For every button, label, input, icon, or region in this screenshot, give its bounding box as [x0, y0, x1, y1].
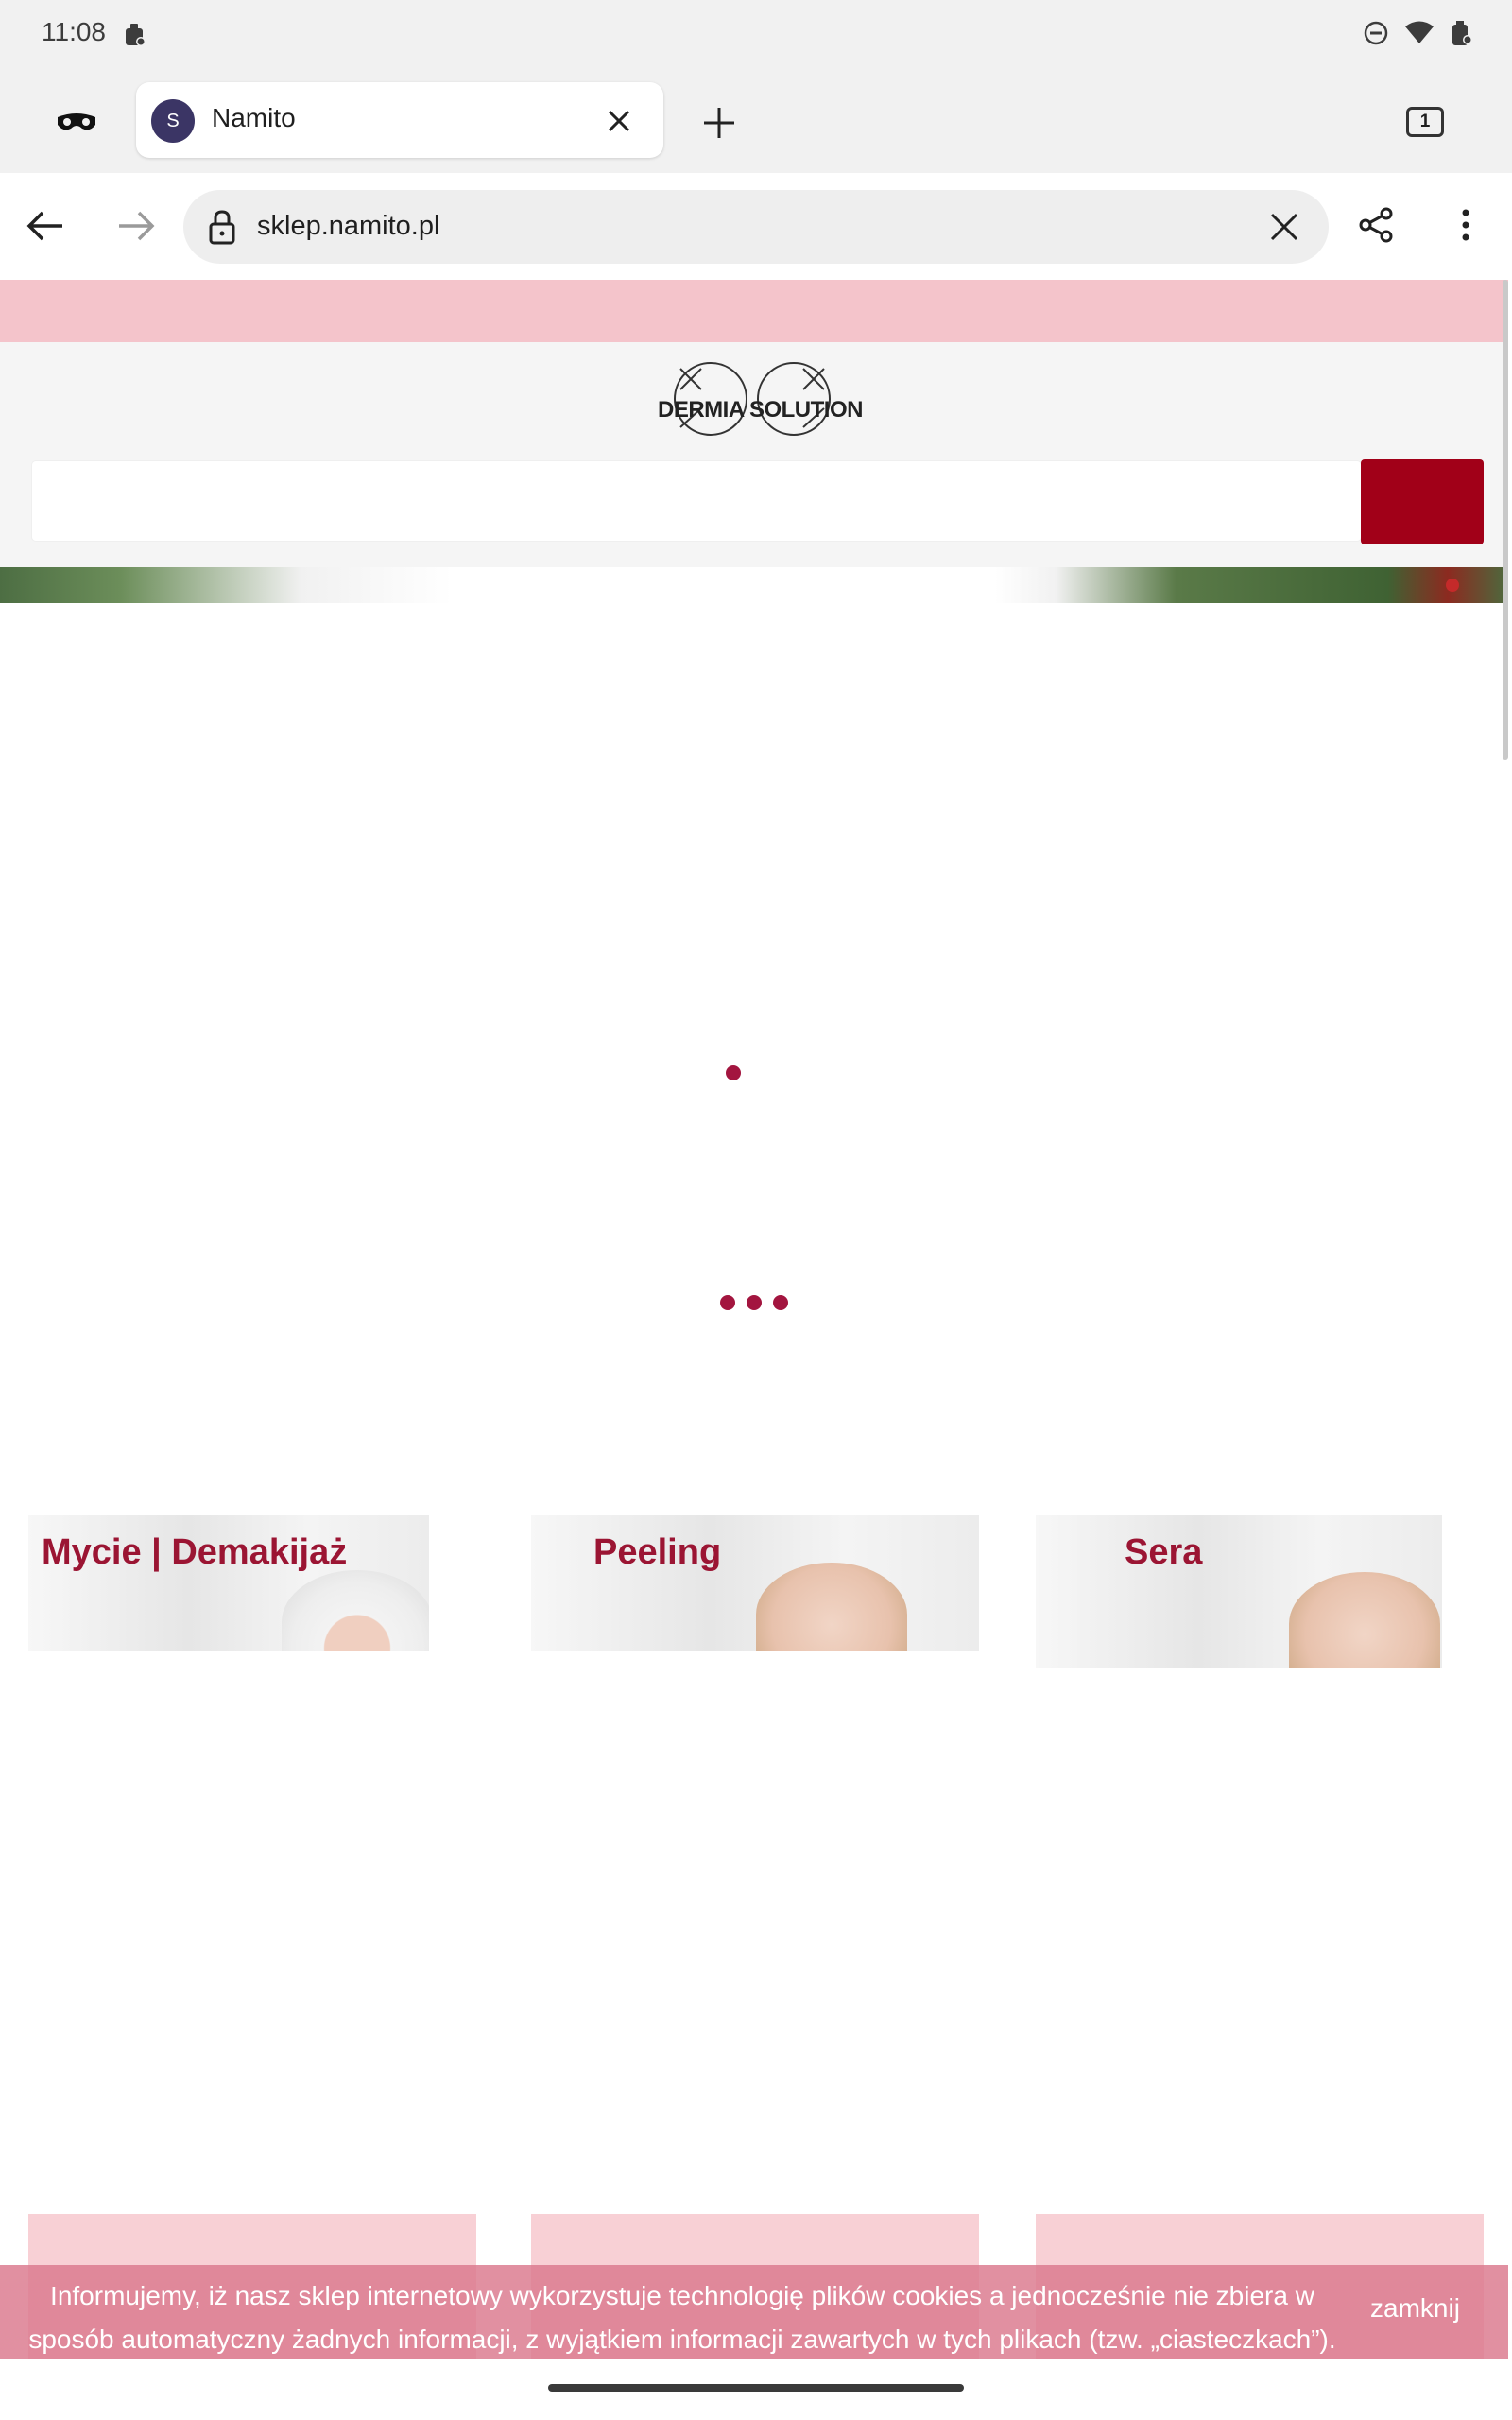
tab-namito[interactable]: S Namito — [136, 82, 663, 158]
promo-strip — [0, 280, 1508, 342]
loading-dot — [720, 1295, 735, 1310]
berry-decoration — [1446, 579, 1459, 592]
address-bar[interactable]: sklep.namito.pl — [183, 190, 1329, 264]
gesture-handle[interactable] — [548, 2384, 964, 2392]
christmas-garland-banner — [0, 567, 1508, 603]
category-card-mycie-demakijaz[interactable]: Mycie | Demakijaż — [28, 1515, 429, 1651]
search-button[interactable] — [1361, 459, 1484, 544]
category-label: Mycie | Demakijaż — [42, 1532, 348, 1572]
browser-toolbar: sklep.namito.pl — [0, 173, 1512, 280]
new-tab-icon[interactable] — [694, 97, 745, 148]
category-label: Sera — [1125, 1532, 1203, 1572]
notification-icon — [123, 21, 147, 54]
tab-switcher-button[interactable]: 1 — [1406, 107, 1444, 137]
search-input[interactable] — [32, 461, 1361, 541]
loading-dot — [747, 1295, 762, 1310]
close-tab-icon[interactable] — [597, 99, 641, 143]
model-photo — [282, 1570, 429, 1651]
tab-favicon: S — [151, 99, 195, 143]
model-photo — [1289, 1572, 1440, 1668]
lock-icon[interactable] — [200, 205, 244, 249]
tab-strip: S Namito 1 — [0, 71, 1512, 173]
status-icons — [1363, 19, 1474, 52]
site-header: DERMIA SOLUTION — [0, 342, 1508, 569]
tab-title: Namito — [212, 103, 296, 132]
loading-dot — [773, 1295, 788, 1310]
cookie-notice-text: Informujemy, iż nasz sklep internetowy w… — [28, 2281, 1336, 2354]
more-options-icon[interactable] — [1444, 199, 1487, 251]
wifi-icon — [1404, 21, 1435, 50]
page-scrollbar[interactable] — [1503, 280, 1508, 760]
status-time: 11:08 — [42, 17, 106, 46]
incognito-icon[interactable] — [53, 99, 100, 147]
share-icon[interactable] — [1351, 199, 1402, 251]
forward-arrow-icon[interactable] — [112, 201, 161, 251]
battery-icon — [1450, 19, 1474, 52]
cookie-banner: Informujemy, iż nasz sklep internetowy w… — [0, 2265, 1508, 2360]
category-card-sera[interactable]: Sera — [1036, 1515, 1442, 1668]
logo-text: DERMIA SOLUTION — [658, 397, 863, 423]
category-card-peeling[interactable]: Peeling — [531, 1515, 979, 1651]
loading-dot — [726, 1065, 741, 1080]
loading-indicator — [720, 1295, 788, 1310]
back-arrow-icon[interactable] — [21, 201, 70, 251]
url-text: sklep.namito.pl — [257, 211, 440, 241]
clear-url-icon[interactable] — [1261, 203, 1308, 251]
site-logo[interactable]: DERMIA SOLUTION — [652, 359, 863, 444]
category-label: Peeling — [593, 1532, 722, 1572]
model-photo — [756, 1563, 907, 1651]
cookie-close-button[interactable]: zamknij — [1370, 2293, 1460, 2324]
status-bar: 11:08 — [0, 0, 1512, 71]
do-not-disturb-icon — [1363, 20, 1389, 51]
